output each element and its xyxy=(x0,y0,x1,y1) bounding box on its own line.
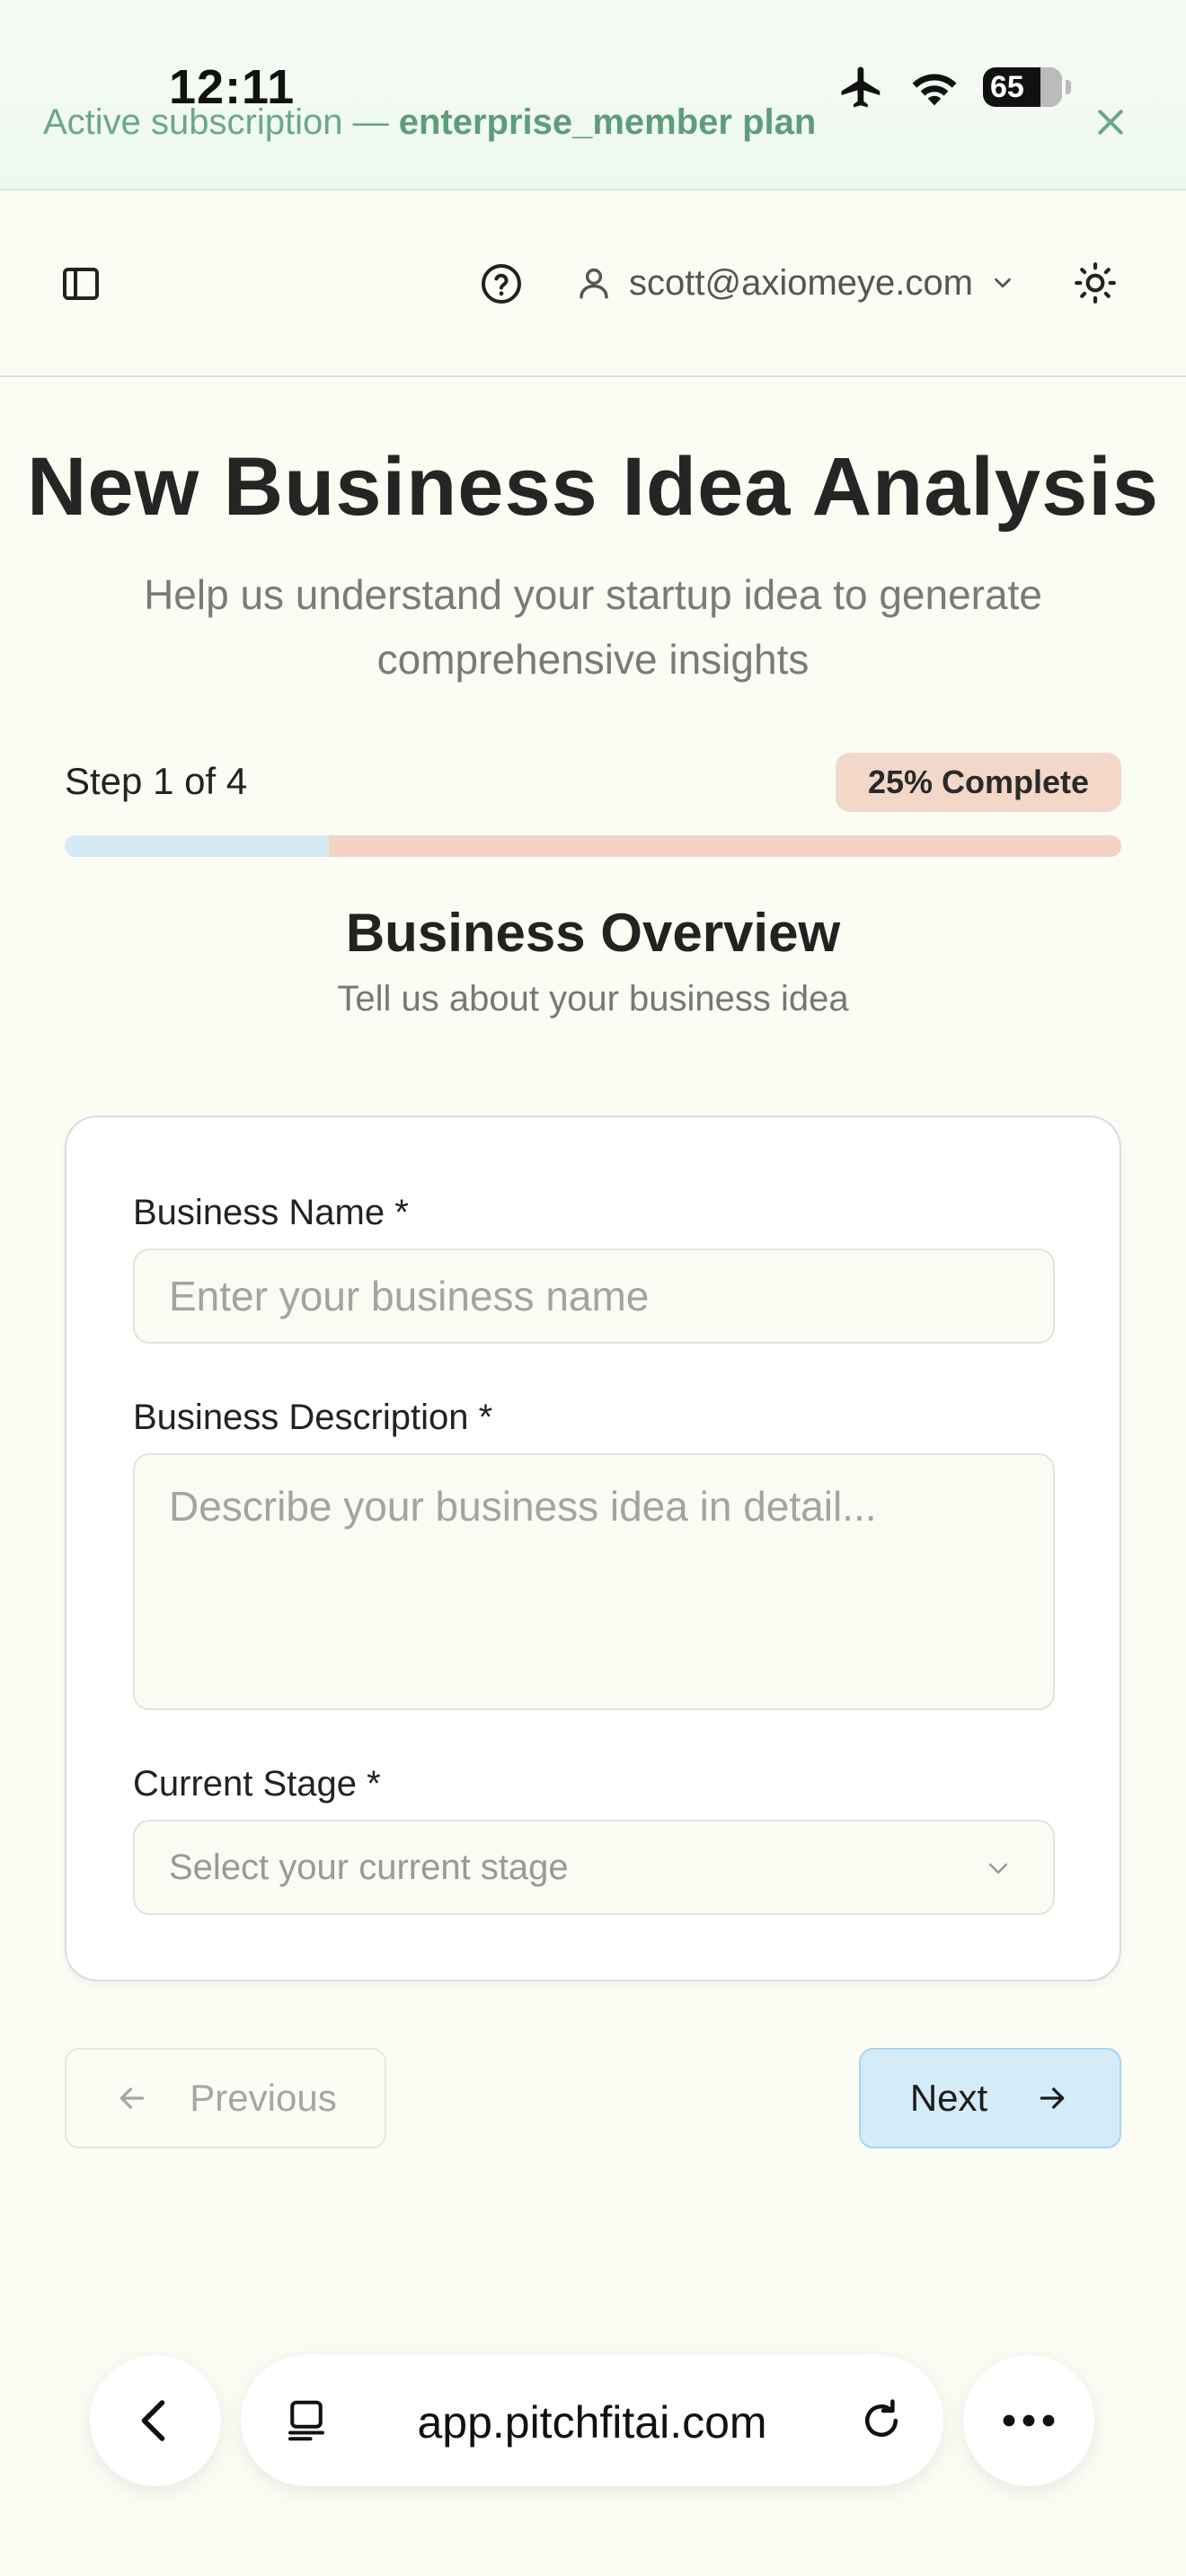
user-menu[interactable]: scott@axiomeye.com xyxy=(575,262,1016,304)
subscription-prefix: Active subscription — xyxy=(43,102,399,142)
section-title: Business Overview xyxy=(345,903,841,963)
sidebar-toggle-icon[interactable] xyxy=(59,262,102,305)
app-header: scott@axiomeye.com xyxy=(0,190,1186,377)
battery-icon: 65 xyxy=(983,67,1062,107)
battery-nub xyxy=(1066,80,1071,94)
section-subtitle: Tell us about your business idea xyxy=(337,979,849,1019)
next-button-label: Next xyxy=(909,2077,988,2119)
page-title: New Business Idea Analysis xyxy=(26,441,1159,533)
subscription-plan: enterprise_member plan xyxy=(398,102,817,142)
arrow-left-icon xyxy=(119,2087,145,2109)
next-button[interactable]: Next xyxy=(859,2048,1121,2148)
page-subtitle: Help us understand your startup idea to … xyxy=(144,571,1042,683)
current-stage-select[interactable]: Select your current stage xyxy=(133,1820,1055,1915)
business-overview-form: Business Name * Business Description * C… xyxy=(65,1116,1121,1981)
chevron-down-icon xyxy=(995,278,1011,288)
business-name-input[interactable] xyxy=(133,1248,1055,1344)
current-stage-label: Current Stage * xyxy=(133,1764,381,1804)
close-icon[interactable] xyxy=(1093,104,1128,140)
airplane-icon xyxy=(841,66,881,108)
previous-button[interactable]: Previous xyxy=(65,2048,386,2148)
user-email: scott@axiomeye.com xyxy=(629,262,973,303)
progress-bar xyxy=(65,835,1121,857)
subscription-status-text: Active subscription — enterprise_member … xyxy=(43,102,816,143)
browser-back-button[interactable] xyxy=(90,2355,221,2486)
status-icons: 65 xyxy=(837,63,1071,111)
subscription-banner: 12:11 65 Active subscription — enterpris… xyxy=(0,0,1186,190)
current-stage-placeholder: Select your current stage xyxy=(169,1847,569,1887)
business-description-textarea[interactable] xyxy=(133,1453,1055,1710)
business-description-label: Business Description * xyxy=(133,1398,493,1437)
business-name-label: Business Name * xyxy=(133,1193,409,1232)
battery-level: 65 xyxy=(990,69,1024,104)
progress-badge: 25% Complete xyxy=(836,753,1121,812)
user-icon xyxy=(580,268,608,299)
more-horizontal-icon xyxy=(1003,2414,1055,2427)
reload-icon[interactable] xyxy=(857,2396,906,2445)
chevron-left-icon xyxy=(141,2400,165,2441)
progress-bar-fill xyxy=(65,835,329,857)
wifi-icon xyxy=(912,74,957,106)
sun-icon[interactable] xyxy=(1073,260,1118,305)
chevron-down-icon xyxy=(989,1863,1007,1874)
arrow-right-icon xyxy=(1040,2087,1065,2109)
browser-url: app.pitchfitai.com xyxy=(417,2397,767,2448)
browser-more-button[interactable] xyxy=(963,2355,1094,2486)
browser-url-bar[interactable]: app.pitchfitai.com xyxy=(241,2355,943,2486)
previous-button-label: Previous xyxy=(190,2077,337,2119)
help-icon[interactable] xyxy=(480,262,523,305)
step-label: Step 1 of 4 xyxy=(65,760,248,802)
